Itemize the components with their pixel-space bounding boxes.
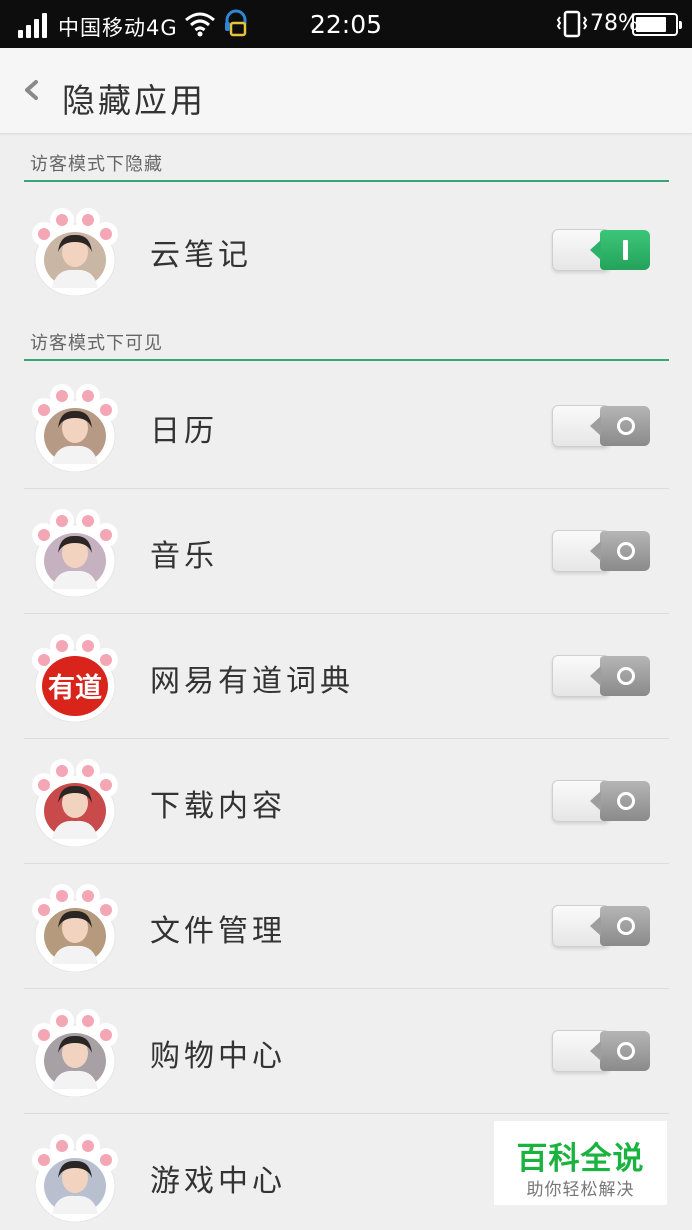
hide-toggle[interactable] [552, 903, 650, 949]
paw-avatar-icon [30, 759, 120, 848]
app-label: 购物中心 [150, 1039, 286, 1074]
page-title: 隐藏应用 [62, 81, 206, 120]
app-row[interactable]: 下载内容 [0, 739, 692, 864]
chevron-left-icon[interactable] [14, 72, 50, 108]
app-row[interactable]: 云笔记 [0, 188, 692, 313]
toggle-thumb [590, 531, 650, 571]
section-title: 访客模式下隐藏 [30, 154, 163, 175]
toggle-thumb [590, 1031, 650, 1071]
paw-avatar-icon [30, 509, 120, 598]
paw-avatar-icon [30, 384, 120, 473]
section-header: 访客模式下可见 [24, 325, 669, 361]
app-label: 音乐 [150, 539, 218, 574]
title-bar: 隐藏应用 [0, 48, 692, 134]
app-row[interactable]: 音乐 [0, 489, 692, 614]
toggle-thumb [590, 230, 650, 270]
svg-text:有道: 有道 [48, 672, 102, 704]
app-row[interactable]: 有道 网易有道词典 [0, 614, 692, 739]
app-label: 网易有道词典 [150, 664, 354, 699]
clock: 22:05 [309, 10, 383, 39]
app-row[interactable]: 日历 [0, 364, 692, 489]
app-label: 日历 [150, 414, 218, 449]
toggle-thumb [590, 781, 650, 821]
app-label: 下载内容 [150, 789, 286, 824]
app-row[interactable]: 购物中心 [0, 989, 692, 1114]
app-label: 文件管理 [150, 914, 286, 949]
watermark-title: 百科全说 [516, 1141, 645, 1177]
hide-toggle[interactable] [552, 778, 650, 824]
paw-avatar-icon [30, 884, 120, 973]
toggle-thumb [590, 906, 650, 946]
youdao-logo-icon: 有道 [30, 634, 120, 723]
hide-toggle[interactable] [552, 1028, 650, 1074]
app-label: 游戏中心 [150, 1164, 286, 1199]
paw-avatar-icon [30, 208, 120, 297]
paw-avatar-icon [30, 1134, 120, 1223]
hide-toggle[interactable] [552, 653, 650, 699]
paw-avatar-icon [30, 1009, 120, 1098]
battery-icon [632, 13, 682, 36]
toggle-thumb [590, 406, 650, 446]
vibrate-icon [556, 10, 588, 38]
section-title: 访客模式下可见 [30, 333, 163, 354]
app-label: 云笔记 [150, 238, 252, 273]
hide-toggle[interactable] [552, 227, 650, 273]
section-header: 访客模式下隐藏 [24, 146, 669, 182]
hide-toggle[interactable] [552, 528, 650, 574]
watermark-logo: 百科全说 助你轻松解决 [494, 1121, 667, 1205]
hide-toggle[interactable] [552, 403, 650, 449]
watermark-subtitle: 助你轻松解决 [526, 1180, 635, 1200]
status-bar: 中国移动4G 22:05 78% [0, 0, 692, 48]
app-row[interactable]: 文件管理 [0, 864, 692, 989]
toggle-thumb [590, 656, 650, 696]
